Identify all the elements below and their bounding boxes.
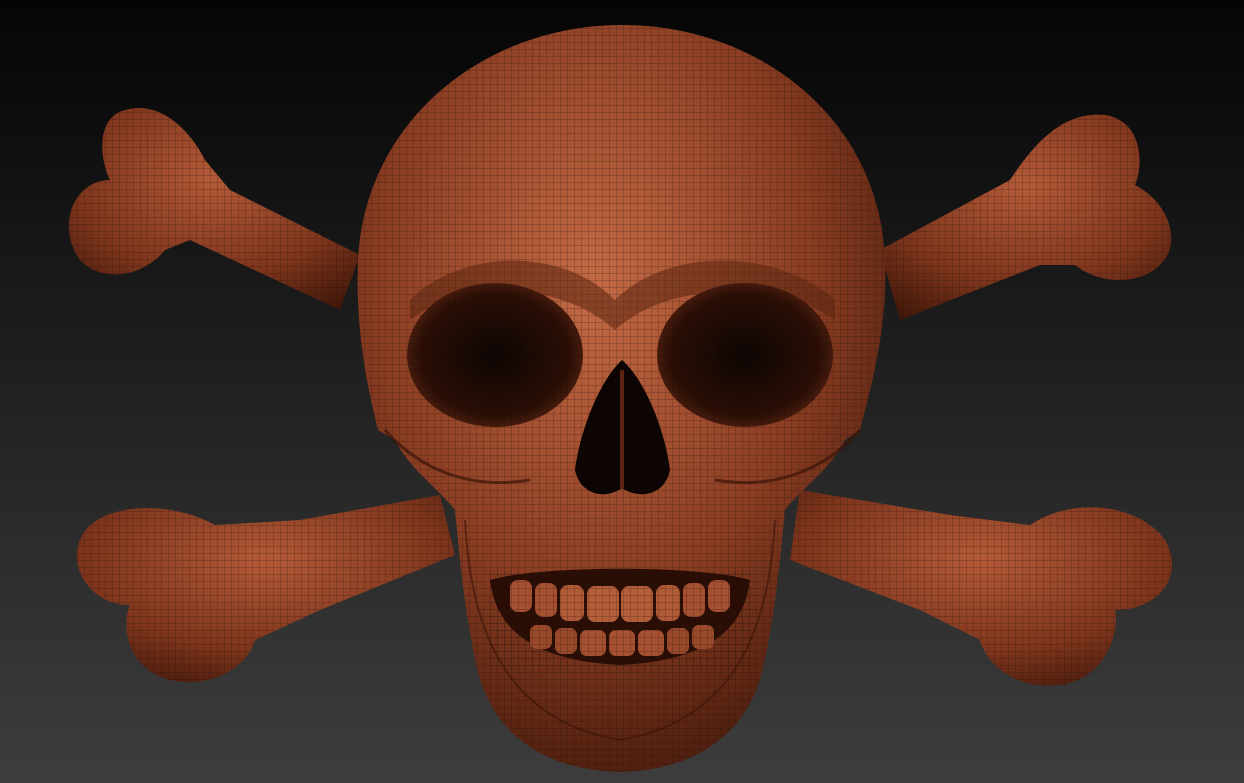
left-eye-socket bbox=[407, 283, 583, 427]
render-canvas bbox=[0, 0, 1244, 783]
right-eye-socket bbox=[657, 283, 833, 427]
sculpt-viewport[interactable] bbox=[0, 0, 1244, 783]
